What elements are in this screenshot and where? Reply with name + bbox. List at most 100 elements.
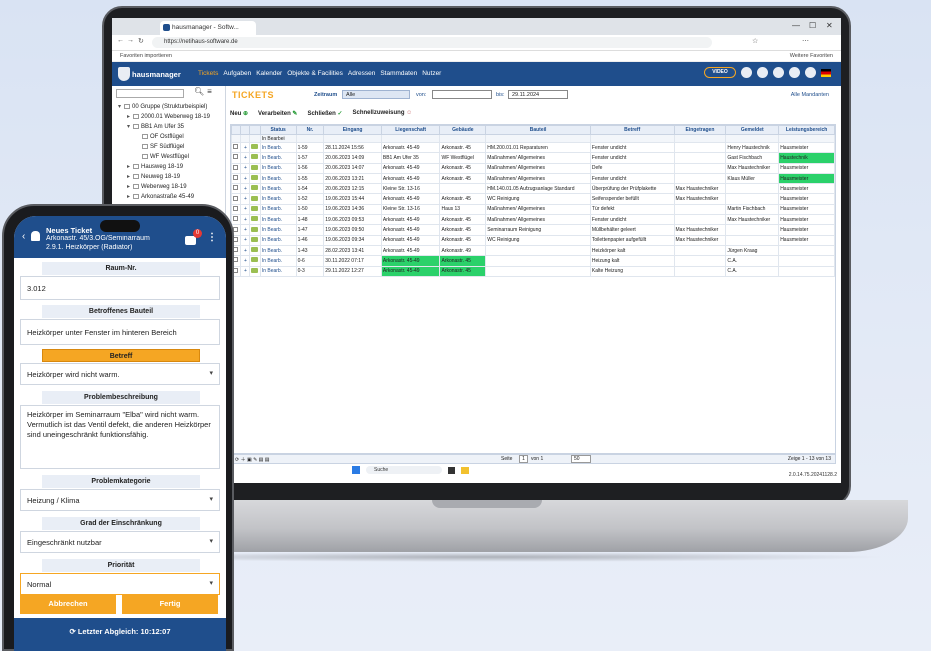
power-icon[interactable] xyxy=(805,67,816,78)
menu-tickets[interactable]: Tickets xyxy=(198,70,218,77)
help-icon[interactable] xyxy=(789,67,800,78)
close-icon[interactable]: ✕ xyxy=(826,21,833,30)
von-date-input[interactable] xyxy=(432,90,492,99)
row-checkbox[interactable] xyxy=(231,183,241,195)
ticket-edit-icon[interactable] xyxy=(248,255,261,267)
row-checkbox[interactable] xyxy=(231,152,241,164)
table-row[interactable]: + In Bearb. 1-56 20.06.2023 14:07 Arkonastr.… xyxy=(231,162,835,174)
select-all-checkbox[interactable] xyxy=(231,125,241,135)
minimize-icon[interactable]: — xyxy=(792,21,800,30)
mandant-select[interactable]: Alle Mandanten xyxy=(791,92,829,98)
col-betreff[interactable]: Betreff xyxy=(589,125,675,135)
browser-tab[interactable]: hausmanager - Softw... xyxy=(160,21,256,35)
table-row[interactable]: + In Bearb. 1-57 20.06.2023 14:09 BB1 Am Ufe… xyxy=(231,152,835,164)
forward-icon[interactable]: → xyxy=(127,37,134,44)
ticket-edit-icon[interactable] xyxy=(248,234,261,246)
ticket-edit-icon[interactable] xyxy=(248,203,261,216)
menu-icon[interactable]: ⋯ xyxy=(802,37,809,45)
col-gebaeude[interactable]: Gebäude xyxy=(439,125,487,135)
betreff-select[interactable]: Heizkörper wird nicht warm. xyxy=(20,363,220,385)
taskview-icon[interactable] xyxy=(448,466,455,474)
row-checkbox[interactable] xyxy=(231,193,241,205)
ticket-edit-icon[interactable] xyxy=(248,162,261,174)
row-checkbox[interactable] xyxy=(231,203,241,216)
tree-search-icon[interactable]: 🔍︎≡ xyxy=(194,87,215,96)
process-button[interactable]: Verarbeiten ✎ xyxy=(258,110,297,117)
table-row[interactable]: + In Bearb. 1-55 20.06.2023 13:21 Arkonastr.… xyxy=(231,172,835,185)
reload-icon[interactable]: ↻ xyxy=(138,37,144,45)
table-row[interactable]: + In Bearb. 1-54 20.06.2023 12:15 Kleine Str… xyxy=(231,183,835,195)
ticket-edit-icon[interactable] xyxy=(248,172,261,185)
col-leistungsbereich[interactable]: Leistungsbereich xyxy=(778,125,835,135)
expand-icon[interactable]: + xyxy=(239,193,250,205)
ticket-edit-icon[interactable] xyxy=(248,141,261,154)
col-liegenschaft[interactable]: Liegenschaft xyxy=(380,125,441,135)
expand-icon[interactable]: + xyxy=(239,244,250,257)
tree-search-input[interactable] xyxy=(116,89,184,98)
close-ticket-button[interactable]: Schließen ✓ xyxy=(307,110,342,117)
tree-item[interactable]: SF Südflügel xyxy=(112,142,226,152)
table-row[interactable]: + In Bearb. 1-48 19.06.2023 09:53 Arkonastr.… xyxy=(231,214,835,226)
taskbar-search[interactable]: Suche xyxy=(366,466,442,474)
folder-icon[interactable] xyxy=(461,466,469,474)
back-arrow-icon[interactable]: ‹ xyxy=(22,231,25,242)
expand-icon[interactable]: + xyxy=(239,172,250,185)
menu-adressen[interactable]: Adressen xyxy=(348,70,375,77)
expand-icon[interactable]: + xyxy=(239,141,250,154)
menu-stammdaten[interactable]: Stammdaten xyxy=(380,70,417,77)
quick-assign-button[interactable]: Schnellzuweisung ☺ xyxy=(352,110,412,117)
tree-item[interactable]: ▾ 00 Gruppe (Strukturbeispiel) xyxy=(112,102,226,112)
expand-icon[interactable]: + xyxy=(239,265,250,277)
expand-icon[interactable]: + xyxy=(239,214,250,226)
bell-icon[interactable] xyxy=(31,231,40,241)
table-row[interactable]: + In Bearb. 1-59 28.11.2024 15:56 Arkonastr.… xyxy=(231,141,835,154)
tree-item[interactable]: ▸ Neuweg 18-19 xyxy=(112,172,226,182)
new-ticket-button[interactable]: Neu ⊕ xyxy=(230,110,248,117)
expand-icon[interactable]: + xyxy=(239,162,250,174)
table-row[interactable]: + In Bearb. 1-43 28.02.2023 13:41 Arkonastr.… xyxy=(231,244,835,257)
table-row[interactable]: + In Bearb. 1-47 19.06.2023 09:50 Arkonastr.… xyxy=(231,224,835,236)
settings-icon[interactable] xyxy=(757,67,768,78)
video-button[interactable]: VIDEO xyxy=(704,67,736,78)
tree-item[interactable]: ▾ BB1 Am Ufer 35 xyxy=(112,122,226,132)
tree-item[interactable]: ▸ Weberweg 18-19 xyxy=(112,182,226,192)
row-checkbox[interactable] xyxy=(231,162,241,174)
maximize-icon[interactable]: ☐ xyxy=(809,21,816,30)
favorites-import-link[interactable]: Favoriten importieren xyxy=(120,51,172,62)
german-flag-icon[interactable] xyxy=(821,68,831,77)
zeitraum-select[interactable]: Alle xyxy=(342,90,410,99)
table-row[interactable]: + In Bearb. 0-6 30.11.2022 07:17 Arkonastr. … xyxy=(231,255,835,267)
menu-nutzer[interactable]: Nutzer xyxy=(422,70,441,77)
table-row[interactable]: + In Bearb. 1-50 19.06.2023 14:36 Kleine Str… xyxy=(231,203,835,216)
url-field[interactable]: https://netihaus-software.de xyxy=(152,37,712,48)
row-checkbox[interactable] xyxy=(231,141,241,154)
row-checkbox[interactable] xyxy=(231,214,241,226)
col-status[interactable]: Status xyxy=(259,125,297,135)
expand-icon[interactable]: + xyxy=(239,255,250,267)
favorites-more-link[interactable]: Weitere Favoriten xyxy=(790,51,833,62)
pager-size-select[interactable]: 50 xyxy=(571,455,591,463)
col-eingetragen[interactable]: Eingetragen xyxy=(673,125,727,135)
ticket-edit-icon[interactable] xyxy=(248,152,261,164)
tree-item[interactable]: OF Ostflügel xyxy=(112,132,226,142)
raum-input[interactable]: 3.012 xyxy=(20,276,220,300)
expand-icon[interactable]: + xyxy=(239,224,250,236)
user-icon[interactable] xyxy=(773,67,784,78)
pager-page-input[interactable]: 1 xyxy=(519,455,528,463)
col-gemeldet[interactable]: Gemeldet xyxy=(725,125,780,135)
kategorie-select[interactable]: Heizung / Klima xyxy=(20,489,220,511)
col-nr[interactable]: Nr. xyxy=(295,125,325,135)
expand-icon[interactable]: + xyxy=(239,152,250,164)
status-filter[interactable]: In Bearbei xyxy=(259,134,297,143)
cancel-button[interactable]: Abbrechen xyxy=(20,594,116,614)
table-row[interactable]: + In Bearb. 0-3 29.11.2022 12:27 Arkonastr. … xyxy=(231,265,835,277)
ticket-edit-icon[interactable] xyxy=(248,265,261,277)
tree-item[interactable]: ▸ 2000.01 Weberweg 18-19 xyxy=(112,112,226,122)
sync-icon[interactable]: ⟳ xyxy=(69,627,77,636)
row-checkbox[interactable] xyxy=(231,172,241,185)
done-button[interactable]: Fertig xyxy=(122,594,218,614)
expand-icon[interactable]: + xyxy=(239,234,250,246)
ticket-edit-icon[interactable] xyxy=(248,193,261,205)
ticket-edit-icon[interactable] xyxy=(248,244,261,257)
table-row[interactable]: + In Bearb. 1-52 19.06.2023 15:44 Arkonastr.… xyxy=(231,193,835,205)
